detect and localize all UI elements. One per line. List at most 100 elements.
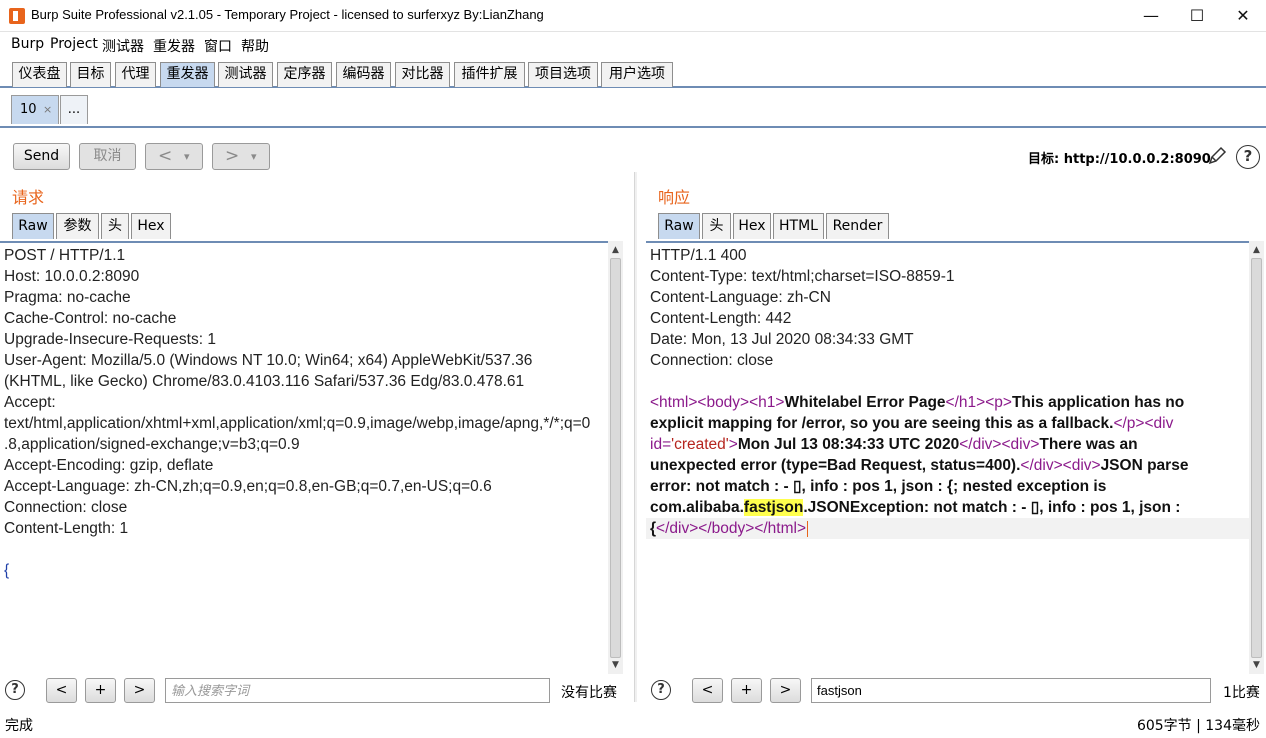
target-url: http://10.0.0.2:8090 bbox=[1063, 152, 1211, 167]
response-tab-hex[interactable]: Hex bbox=[733, 213, 771, 239]
response-tab-headers[interactable]: 头 bbox=[702, 213, 731, 239]
response-search-prev-button[interactable]: < bbox=[692, 678, 723, 703]
response-body-line-current: {</div></body></html> bbox=[646, 518, 1249, 539]
error-text: There was an bbox=[1039, 436, 1138, 453]
target-label: 目标: bbox=[1028, 152, 1060, 167]
request-scrollbar[interactable]: ▲ ▼ bbox=[608, 241, 623, 674]
response-line: Date: Mon, 13 Jul 2020 08:34:33 GMT bbox=[650, 331, 914, 348]
repeater-tabs: 10 × ... bbox=[0, 88, 1266, 128]
menu-project[interactable]: Project bbox=[50, 36, 98, 52]
p-text: This application has no bbox=[1011, 394, 1185, 411]
tab-comparer[interactable]: 对比器 bbox=[395, 62, 450, 87]
menu-burp[interactable]: Burp bbox=[11, 36, 44, 52]
request-search-help-icon[interactable]: ? bbox=[5, 680, 25, 700]
menu-repeater[interactable]: 重发器 bbox=[153, 36, 195, 56]
tab-target[interactable]: 目标 bbox=[70, 62, 111, 87]
scroll-up-icon[interactable]: ▲ bbox=[1249, 243, 1264, 257]
request-line: User-Agent: Mozilla/5.0 (Windows NT 10.0… bbox=[4, 352, 533, 369]
request-search-add-button[interactable]: + bbox=[85, 678, 116, 703]
burp-logo-icon bbox=[9, 8, 25, 24]
scroll-up-icon[interactable]: ▲ bbox=[608, 243, 623, 257]
response-line: Content-Length: 442 bbox=[650, 310, 792, 327]
repeater-tab-label: 10 bbox=[20, 102, 37, 117]
request-title: 请求 bbox=[12, 188, 45, 207]
target-display: 目标: http://10.0.0.2:8090 bbox=[1028, 148, 1211, 167]
tab-repeater[interactable]: 重发器 bbox=[160, 62, 215, 87]
response-search-input[interactable] bbox=[811, 678, 1211, 703]
maximize-button[interactable]: ☐ bbox=[1174, 0, 1220, 32]
response-search-add-button[interactable]: + bbox=[731, 678, 762, 703]
close-window-button[interactable]: ✕ bbox=[1220, 0, 1266, 32]
repeater-tab-10[interactable]: 10 × bbox=[11, 95, 59, 124]
tab-extender[interactable]: 插件扩展 bbox=[454, 62, 525, 87]
request-search-input[interactable] bbox=[165, 678, 550, 703]
new-tab-button[interactable]: ... bbox=[60, 95, 88, 124]
scroll-down-icon[interactable]: ▼ bbox=[1249, 658, 1264, 672]
response-tab-raw[interactable]: Raw bbox=[658, 213, 700, 239]
split-divider[interactable] bbox=[634, 172, 637, 702]
close-tab-icon[interactable]: × bbox=[43, 96, 52, 123]
help-icon[interactable]: ? bbox=[1236, 145, 1260, 169]
text-caret bbox=[807, 520, 809, 537]
response-search-next-button[interactable]: > bbox=[770, 678, 801, 703]
response-scrollbar[interactable]: ▲ ▼ bbox=[1249, 241, 1264, 674]
h1-text: Whitelabel Error Page bbox=[784, 394, 946, 411]
request-search-next-button[interactable]: > bbox=[124, 678, 155, 703]
scroll-thumb[interactable] bbox=[1251, 258, 1262, 658]
div-tag: <div> bbox=[1062, 457, 1101, 474]
menu-intruder[interactable]: 测试器 bbox=[102, 36, 144, 56]
request-tab-hex[interactable]: Hex bbox=[131, 213, 171, 239]
forward-dropdown-icon: ▾ bbox=[251, 150, 257, 163]
minimize-button[interactable]: — bbox=[1128, 0, 1174, 32]
request-line: Host: 10.0.0.2:8090 bbox=[4, 268, 140, 285]
json-error-text: .JSONException: not match : - ▯, info : … bbox=[803, 499, 1181, 516]
request-line: Upgrade-Insecure-Requests: 1 bbox=[4, 331, 216, 348]
forward-button[interactable]: > ▾ bbox=[212, 143, 270, 170]
tab-dashboard[interactable]: 仪表盘 bbox=[12, 62, 67, 87]
tab-intruder[interactable]: 测试器 bbox=[218, 62, 273, 87]
tab-project-options[interactable]: 项目选项 bbox=[528, 62, 598, 87]
attr-value: 'created' bbox=[671, 436, 729, 453]
response-size-timing: 605字节 | 134毫秒 bbox=[1136, 718, 1260, 734]
request-search-prev-button[interactable]: < bbox=[46, 678, 77, 703]
tab-user-options[interactable]: 用户选项 bbox=[601, 62, 673, 87]
response-body-line: unexpected error (type=Bad Request, stat… bbox=[650, 455, 1188, 476]
p-close-tag: </p> bbox=[1113, 415, 1145, 432]
response-tab-render[interactable]: Render bbox=[826, 213, 889, 239]
request-editor[interactable]: POST / HTTP/1.1 Host: 10.0.0.2:8090 Prag… bbox=[0, 241, 608, 674]
div-tag: <div> bbox=[1001, 436, 1040, 453]
h1-tag: <h1> bbox=[749, 394, 785, 411]
status-bar: 完成 605字节 | 134毫秒 bbox=[0, 710, 1266, 738]
request-line: Accept-Encoding: gzip, deflate bbox=[4, 457, 214, 474]
request-search-matches: 没有比赛 bbox=[561, 685, 617, 701]
scroll-thumb[interactable] bbox=[610, 258, 621, 658]
body-tag: <body> bbox=[697, 394, 750, 411]
response-tab-html[interactable]: HTML bbox=[773, 213, 824, 239]
back-button[interactable]: < ▾ bbox=[145, 143, 203, 170]
send-button[interactable]: Send bbox=[13, 143, 70, 170]
response-search-help-icon[interactable]: ? bbox=[651, 680, 671, 700]
error-text: unexpected error (type=Bad Request, stat… bbox=[650, 457, 1021, 474]
response-editor[interactable]: HTTP/1.1 400 Content-Type: text/html;cha… bbox=[646, 241, 1249, 674]
request-tab-params[interactable]: 参数 bbox=[56, 213, 99, 239]
scroll-down-icon[interactable]: ▼ bbox=[608, 658, 623, 672]
html-close-tag: </html> bbox=[754, 520, 807, 537]
menu-help[interactable]: 帮助 bbox=[241, 36, 269, 56]
back-dropdown-icon: ▾ bbox=[184, 150, 190, 163]
request-tab-headers[interactable]: 头 bbox=[101, 213, 129, 239]
menu-bar: Burp Project 测试器 重发器 窗口 帮助 bbox=[0, 32, 1266, 58]
request-tab-raw[interactable]: Raw bbox=[12, 213, 54, 239]
tab-decoder[interactable]: 编码器 bbox=[336, 62, 391, 87]
h1-close-tag: </h1> bbox=[945, 394, 986, 411]
menu-window[interactable]: 窗口 bbox=[204, 36, 232, 56]
div-close-tag: </div> bbox=[656, 520, 699, 537]
attr-name: id= bbox=[650, 436, 672, 453]
response-line: Content-Language: zh-CN bbox=[650, 289, 831, 306]
request-body-line: { bbox=[4, 562, 10, 579]
search-highlight: fastjson bbox=[743, 499, 804, 516]
edit-pencil-icon[interactable] bbox=[1206, 145, 1228, 167]
tab-proxy[interactable]: 代理 bbox=[115, 62, 156, 87]
cancel-button[interactable]: 取消 bbox=[79, 143, 136, 170]
tab-sequencer[interactable]: 定序器 bbox=[277, 62, 332, 87]
tag-gt: > bbox=[728, 436, 738, 453]
